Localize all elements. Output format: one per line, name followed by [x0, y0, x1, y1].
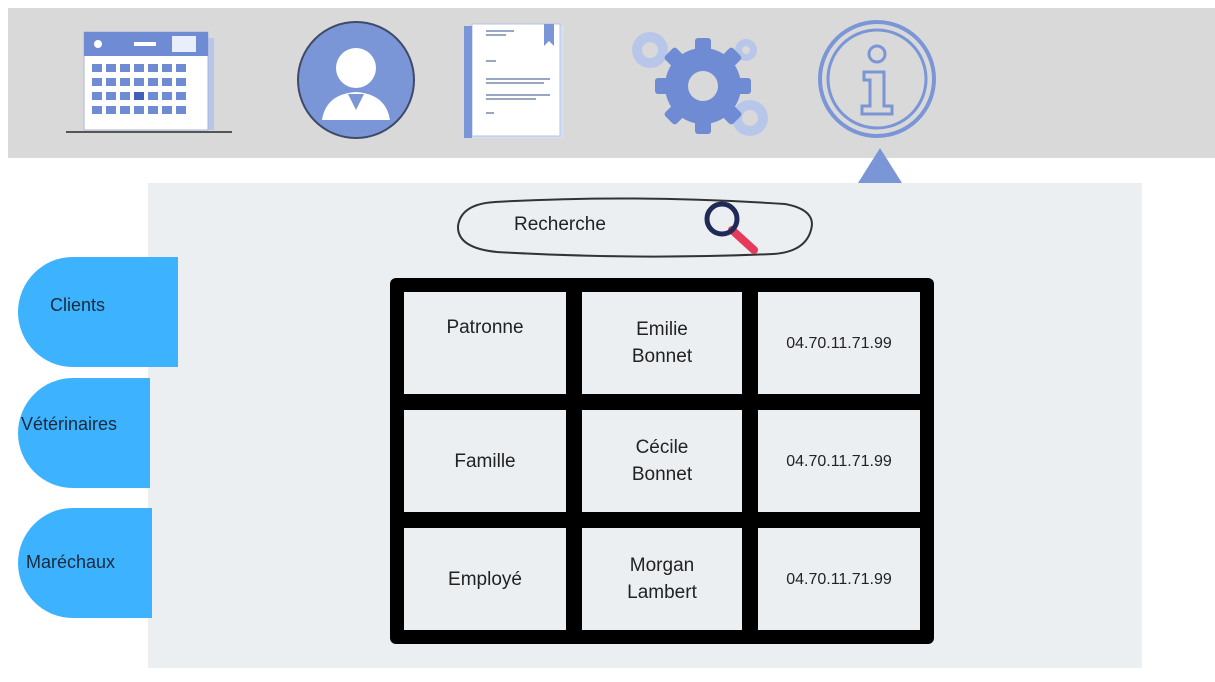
phone-text: 04.70.11.71.99	[786, 334, 892, 352]
phone-text: 04.70.11.71.99	[786, 570, 892, 588]
table-cell-role: Patronne	[404, 292, 566, 394]
sidebar-item-label: Maréchaux	[26, 552, 116, 572]
magnifier-icon[interactable]	[702, 200, 762, 256]
last-name: Bonnet	[631, 464, 693, 485]
table-cell-phone: 04.70.11.71.99	[758, 292, 920, 394]
selected-tab-indicator	[858, 148, 902, 183]
sidebar-item-marechaux[interactable]: Maréchaux	[18, 508, 152, 618]
first-name: Morgan	[629, 555, 695, 576]
sidebar-item-veterinaires[interactable]: Vétérinaires	[18, 378, 150, 488]
role-text: Famille	[454, 450, 516, 472]
contacts-table: Patronne Emilie Bonnet 04.70.11.71.99 Fam…	[390, 278, 934, 644]
table-cell-phone: 04.70.11.71.99	[758, 528, 920, 630]
first-name: Cécile	[635, 437, 689, 458]
last-name: Bonnet	[631, 346, 693, 367]
table-cell-name: Emilie Bonnet	[582, 292, 742, 394]
sidebar-item-clients[interactable]: Clients	[18, 257, 178, 367]
calendar-icon[interactable]	[62, 28, 234, 136]
user-profile-icon[interactable]	[296, 20, 416, 140]
info-icon[interactable]	[816, 18, 938, 140]
table-cell-role: Famille	[404, 410, 566, 512]
search-placeholder: Recherche	[514, 214, 606, 235]
last-name: Lambert	[627, 582, 697, 603]
sidebar-item-label: Vétérinaires	[21, 414, 118, 434]
table-cell-name: Cécile Bonnet	[582, 410, 742, 512]
settings-gears-icon[interactable]	[628, 28, 776, 140]
first-name: Emilie	[636, 319, 688, 340]
sidebar-item-label: Clients	[50, 295, 106, 315]
table-cell-phone: 04.70.11.71.99	[758, 410, 920, 512]
role-text: Employé	[448, 568, 522, 590]
document-icon[interactable]	[462, 22, 572, 140]
table-cell-name: Morgan Lambert	[582, 528, 742, 630]
table-cell-role: Employé	[404, 528, 566, 630]
role-text: Patronne	[446, 317, 524, 338]
phone-text: 04.70.11.71.99	[786, 452, 892, 470]
